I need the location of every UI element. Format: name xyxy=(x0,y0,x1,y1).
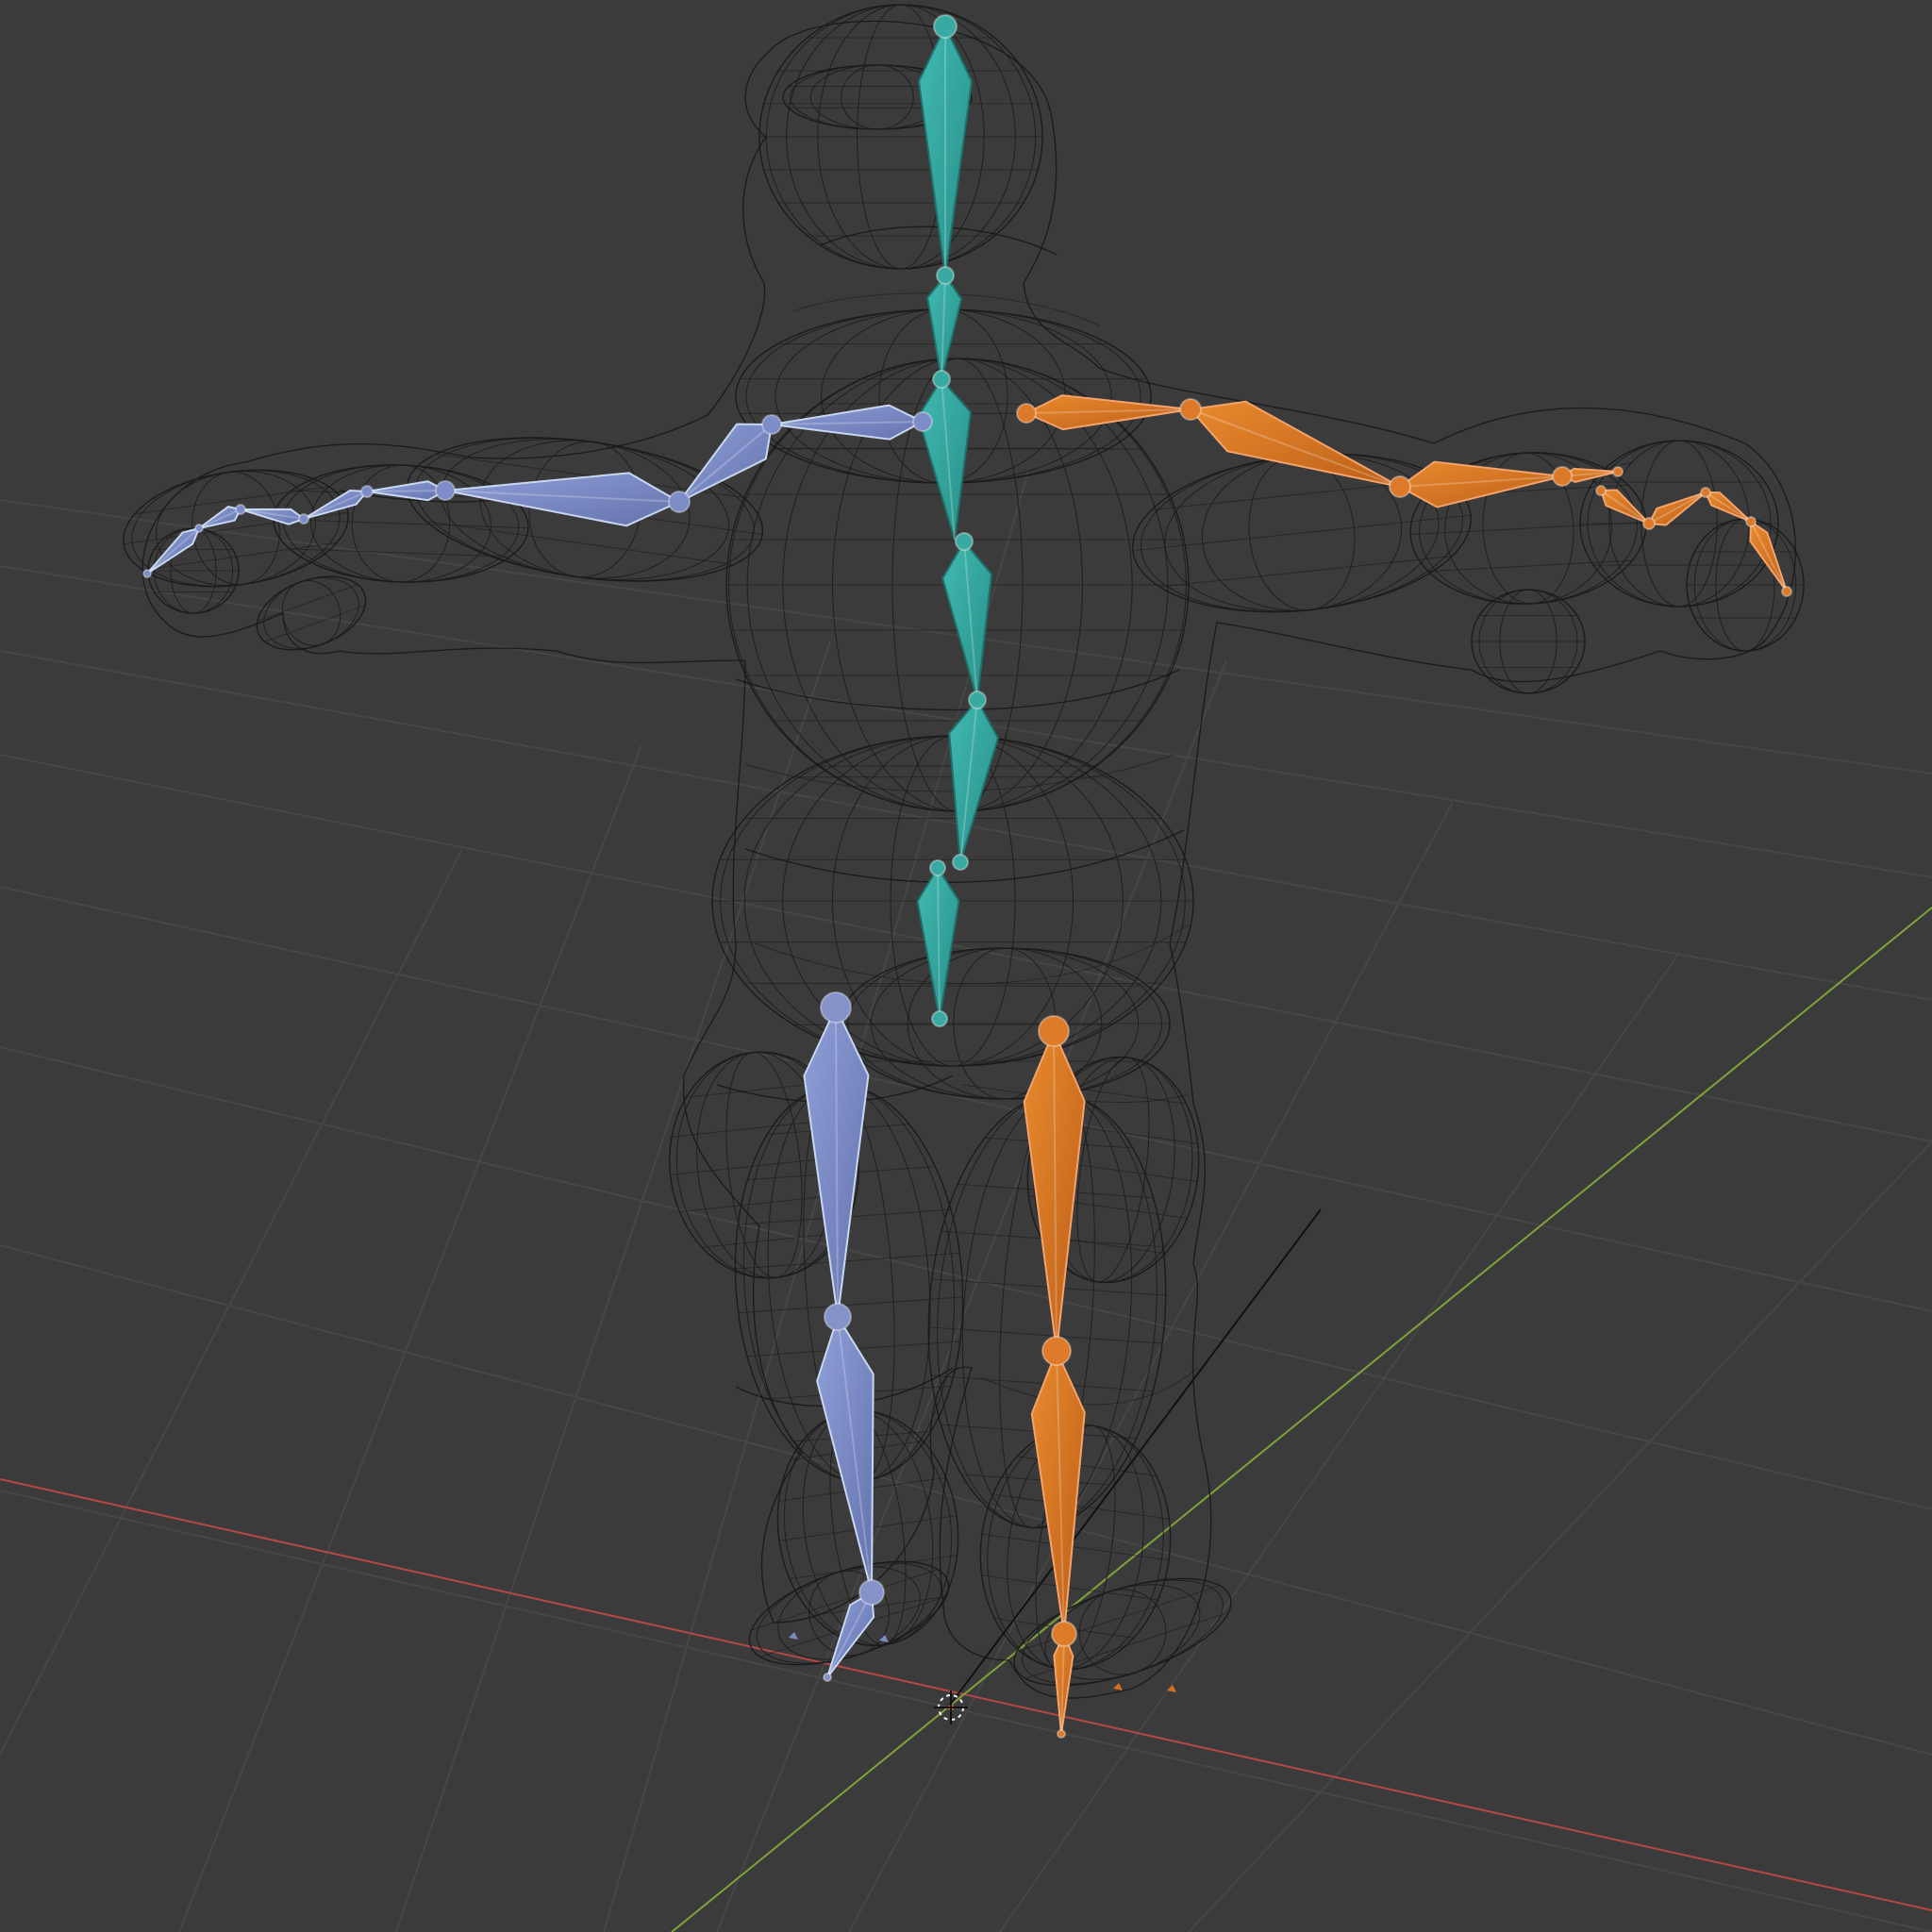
leg-joint-5[interactable] xyxy=(1041,1336,1072,1366)
left-finger-d-bone[interactable] xyxy=(146,527,200,575)
left-arm-joint-0[interactable] xyxy=(912,411,933,432)
right-upper-arm-bone-body[interactable] xyxy=(1190,400,1401,488)
center-joint-4[interactable] xyxy=(968,691,987,709)
left-arm-joint-6[interactable] xyxy=(235,504,246,515)
right-finger-b-bone[interactable] xyxy=(1648,491,1707,526)
3d-viewport[interactable] xyxy=(0,0,1932,1932)
right-arm-joint-0[interactable] xyxy=(1016,403,1037,424)
right-thumb-mesh xyxy=(1471,589,1586,694)
center-joint-1[interactable] xyxy=(936,266,955,285)
floor-grid xyxy=(0,471,1932,1932)
left-arm-joint-7[interactable] xyxy=(194,524,204,533)
center-joint-0[interactable] xyxy=(933,14,958,39)
mesh-contour-5 xyxy=(754,924,1190,985)
left-forearm-mesh xyxy=(273,464,529,583)
pelvis-bone[interactable] xyxy=(916,867,960,1020)
left-upper-arm-bone[interactable] xyxy=(678,423,773,503)
leg-joint-1[interactable] xyxy=(824,1303,852,1331)
grid-line-13 xyxy=(395,641,831,1932)
right-finger-c-bone-ridge xyxy=(1705,491,1752,523)
left-arm-joint-4[interactable] xyxy=(360,485,374,498)
right-thigh-bone[interactable] xyxy=(1023,1030,1086,1352)
right-arm-joint-7[interactable] xyxy=(1700,487,1711,498)
head-bone[interactable] xyxy=(918,25,973,276)
grid-line-14 xyxy=(178,744,642,1932)
center-joint-3[interactable] xyxy=(955,532,974,551)
right-arm-joint-1[interactable] xyxy=(1179,398,1202,421)
lower-spine-bone-body[interactable] xyxy=(948,699,999,863)
leg-joint-7[interactable] xyxy=(1057,1729,1066,1739)
left-arm-joint-3[interactable] xyxy=(435,480,456,501)
scene-canvas[interactable] xyxy=(0,0,1932,1932)
left-arm-joint-8[interactable] xyxy=(142,569,152,578)
center-joint-5[interactable] xyxy=(952,854,969,871)
grid-line-15 xyxy=(0,848,463,1756)
left-finger-d-bone-ridge xyxy=(146,527,200,575)
right-arm-joint-9[interactable] xyxy=(1781,586,1792,597)
right-shin-bone[interactable] xyxy=(1030,1350,1086,1635)
grid-line-5 xyxy=(0,1046,1932,1510)
right-arm-joint-3[interactable] xyxy=(1552,466,1573,487)
right-toe-marker-a[interactable] xyxy=(1113,1683,1123,1690)
leg-joint-0[interactable] xyxy=(820,991,852,1024)
left-toe-marker-b[interactable] xyxy=(879,1635,889,1642)
upper-spine-bone[interactable] xyxy=(917,378,972,541)
left-finger-b-bone[interactable] xyxy=(240,508,305,525)
x-axis-line xyxy=(0,1478,1932,1911)
leg-joint-6[interactable] xyxy=(1051,1621,1077,1647)
grid-line-11 xyxy=(999,952,1680,1932)
right-arm-joint-5[interactable] xyxy=(1595,485,1607,496)
grid-line-12 xyxy=(1188,1141,1932,1932)
left-wrist-bone[interactable] xyxy=(366,480,446,502)
left-arm-joint-2[interactable] xyxy=(668,491,691,513)
left-finger-c-bone[interactable] xyxy=(198,506,242,529)
right-arm-joint-8[interactable] xyxy=(1745,516,1757,527)
grid-line-6 xyxy=(0,1244,1932,1756)
lower-spine-bone[interactable] xyxy=(948,699,999,863)
right-clavicle-bone[interactable] xyxy=(1025,394,1191,431)
mesh-contour-9 xyxy=(980,1367,1199,1406)
grid-line-9 xyxy=(716,659,1227,1932)
leg-joint-4[interactable] xyxy=(1038,1015,1070,1047)
right-forearm-bone[interactable] xyxy=(1399,460,1563,508)
center-joint-6[interactable] xyxy=(929,859,946,876)
right-arm-joint-4[interactable] xyxy=(1612,466,1624,477)
left-toe-marker-a[interactable] xyxy=(789,1632,798,1640)
neck-bone[interactable] xyxy=(926,275,963,380)
right-finger-c-bone[interactable] xyxy=(1705,491,1752,523)
waist-mesh xyxy=(839,947,1171,1100)
left-clavicle-bone[interactable] xyxy=(771,404,924,441)
grid-line-8 xyxy=(603,471,1029,1932)
leg-joint-2[interactable] xyxy=(858,1579,885,1606)
center-joint-7[interactable] xyxy=(931,1010,948,1027)
right-arm-joint-6[interactable] xyxy=(1642,517,1656,530)
right-arm-joint-2[interactable] xyxy=(1389,475,1411,498)
right-finger-mesh xyxy=(1686,518,1805,652)
center-joint-2[interactable] xyxy=(932,370,951,389)
armature-bones[interactable] xyxy=(142,14,1792,1739)
mid-spine-bone[interactable] xyxy=(941,541,992,701)
left-arm-joint-5[interactable] xyxy=(298,513,309,525)
right-upper-arm-bone[interactable] xyxy=(1190,400,1401,488)
left-arm-joint-1[interactable] xyxy=(761,414,782,435)
leg-joint-3[interactable] xyxy=(823,1673,832,1682)
head-mesh xyxy=(758,4,1043,270)
